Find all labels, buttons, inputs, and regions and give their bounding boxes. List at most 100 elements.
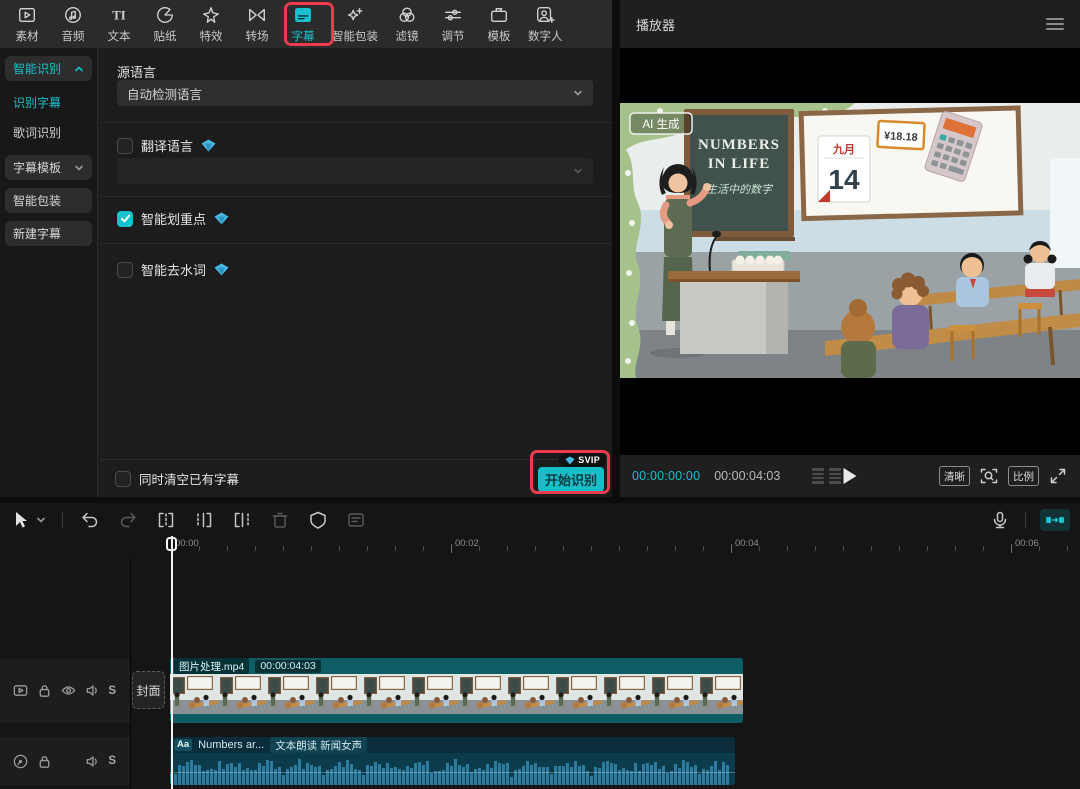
player-controls: 00:00:00:00 00:00:04:03 清晰 比例 — [620, 455, 1080, 497]
audio-clip-name: Numbers ar... — [198, 739, 264, 751]
video-thumbnail — [266, 674, 314, 714]
tab-transition[interactable]: 转场 — [234, 0, 280, 48]
tab-filter[interactable]: 滤镜 — [384, 0, 430, 48]
ratio-button[interactable]: 比例 — [1008, 466, 1039, 486]
split-icon[interactable] — [155, 509, 177, 531]
tab-digital-human[interactable]: 数字人 — [522, 0, 569, 48]
tab-template[interactable]: 模板 — [476, 0, 522, 48]
undo-icon[interactable] — [79, 509, 101, 531]
tab-sticker[interactable]: 贴纸 — [142, 0, 188, 48]
chevron-down-icon — [74, 163, 84, 173]
ruler-minor-tick — [899, 546, 900, 551]
video-thumbnail — [554, 674, 602, 714]
sidebar-item-smart-package[interactable]: 智能包装 — [5, 188, 92, 213]
ruler-major-tick — [451, 544, 452, 553]
player-title: 播放器 — [636, 15, 675, 34]
svg-text:14: 14 — [828, 164, 860, 195]
tab-text[interactable]: TI 文本 — [96, 0, 142, 48]
video-thumbnail — [698, 674, 743, 714]
play-button[interactable] — [844, 468, 857, 484]
video-thumbnail — [506, 674, 554, 714]
text-icon: TI — [108, 5, 130, 25]
ruler-minor-tick — [479, 546, 480, 551]
source-language-select[interactable]: 自动检测语言 — [117, 80, 593, 106]
sidebar-item-lyrics-recognition[interactable]: 歌词识别 — [13, 124, 97, 141]
preview-zoom-icon[interactable] — [979, 466, 999, 486]
delete-icon[interactable] — [269, 509, 291, 531]
chevron-up-icon — [74, 64, 84, 74]
translate-language-checkbox[interactable] — [117, 138, 133, 154]
solo-button[interactable]: S — [108, 685, 116, 697]
tab-captions[interactable]: 字幕 — [280, 0, 326, 48]
mask-icon[interactable] — [307, 509, 329, 531]
playhead-handle[interactable] — [166, 537, 177, 551]
chevron-down-icon — [573, 88, 583, 98]
track-density-icon[interactable] — [812, 468, 841, 484]
speaker-icon[interactable] — [84, 682, 101, 699]
track-header-divider — [130, 557, 131, 789]
sidebar-item-label: 新建字幕 — [13, 225, 61, 242]
vip-diamond-icon — [565, 456, 575, 465]
source-language-label: 源语言 — [117, 62, 156, 81]
smart-highlight-row: 智能划重点 — [117, 209, 229, 228]
clear-existing-checkbox[interactable] — [115, 471, 131, 487]
fullscreen-icon[interactable] — [1048, 466, 1068, 486]
tab-label: 特效 — [200, 28, 223, 44]
video-clip[interactable]: 图片处理.mp4 00:00:04:03 — [170, 658, 743, 723]
video-clip-header: 图片处理.mp4 00:00:04:03 — [170, 658, 743, 674]
video-thumbnail — [650, 674, 698, 714]
video-thumbnail — [602, 674, 650, 714]
playhead[interactable] — [171, 536, 173, 789]
smart-highlight-checkbox[interactable] — [117, 211, 133, 227]
ruler-minor-tick — [955, 546, 956, 551]
record-voiceover-icon[interactable] — [989, 509, 1011, 531]
ruler-minor-tick — [563, 546, 564, 551]
sidebar-item-new-caption[interactable]: 新建字幕 — [5, 221, 92, 246]
sidebar-group-caption-templates[interactable]: 字幕模板 — [5, 155, 92, 180]
recognize-captions-panel: 源语言 自动检测语言 翻译语言 智能划重点 — [99, 48, 612, 497]
ruler-minor-tick — [255, 546, 256, 551]
start-recognition-button[interactable]: 开始识别 — [538, 467, 604, 492]
timeline-tracks: S S 封面 图片处理.mp4 00:00:04:03 — [0, 557, 1080, 789]
player-menu-icon[interactable] — [1046, 18, 1064, 30]
ruler-tick-label: 00:02 — [455, 538, 479, 549]
ruler-minor-tick — [507, 546, 508, 551]
translate-language-select[interactable] — [117, 158, 593, 184]
tab-label: 字幕 — [292, 28, 315, 44]
tab-audio[interactable]: 音频 — [50, 0, 96, 48]
trim-right-icon[interactable] — [231, 509, 253, 531]
caption-batch-icon[interactable] — [345, 509, 367, 531]
tab-adjust[interactable]: 调节 — [430, 0, 476, 48]
tab-media[interactable]: 素材 — [4, 0, 50, 48]
select-tool[interactable] — [10, 509, 46, 531]
chevron-down-icon — [573, 166, 583, 176]
tab-label: 转场 — [246, 28, 269, 44]
speaker-icon[interactable] — [84, 753, 101, 770]
lock-icon[interactable] — [36, 753, 53, 770]
snap-toggle-icon[interactable] — [1040, 509, 1070, 531]
audio-clip[interactable]: Aa Numbers ar... 文本朗读 新闻女声 — [170, 737, 735, 785]
ruler-tick-label: 00:06 — [1015, 538, 1039, 549]
trim-left-icon[interactable] — [193, 509, 215, 531]
sidebar-item-recognize-captions[interactable]: 识别字幕 — [13, 94, 97, 111]
eye-icon[interactable] — [60, 682, 77, 699]
solo-button[interactable]: S — [108, 755, 116, 767]
panel-bottom-bar: 同时清空已有字幕 SVIP 开始识别 — [99, 459, 612, 497]
svg-text:¥18.18: ¥18.18 — [884, 130, 918, 144]
timeline-ruler[interactable]: 00:0000:0200:0400:06 — [0, 536, 1080, 557]
tab-smart-package[interactable]: 智能包装 — [326, 0, 384, 48]
ruler-tick-label: 00:00 — [175, 538, 199, 549]
remove-filler-checkbox[interactable] — [117, 262, 133, 278]
tab-label: 素材 — [16, 28, 39, 44]
lock-icon[interactable] — [36, 682, 53, 699]
redo-icon[interactable] — [117, 509, 139, 531]
sidebar-group-smart-recognition[interactable]: 智能识别 — [5, 56, 92, 81]
toolbar-divider — [62, 512, 63, 528]
source-language-value: 自动检测语言 — [127, 84, 202, 103]
clarity-button[interactable]: 清晰 — [939, 466, 970, 486]
cover-button[interactable]: 封面 — [132, 671, 165, 709]
tab-effects[interactable]: 特效 — [188, 0, 234, 48]
media-icon — [16, 5, 38, 25]
video-thumbnail — [170, 674, 218, 714]
tab-label: 智能包装 — [332, 28, 378, 44]
